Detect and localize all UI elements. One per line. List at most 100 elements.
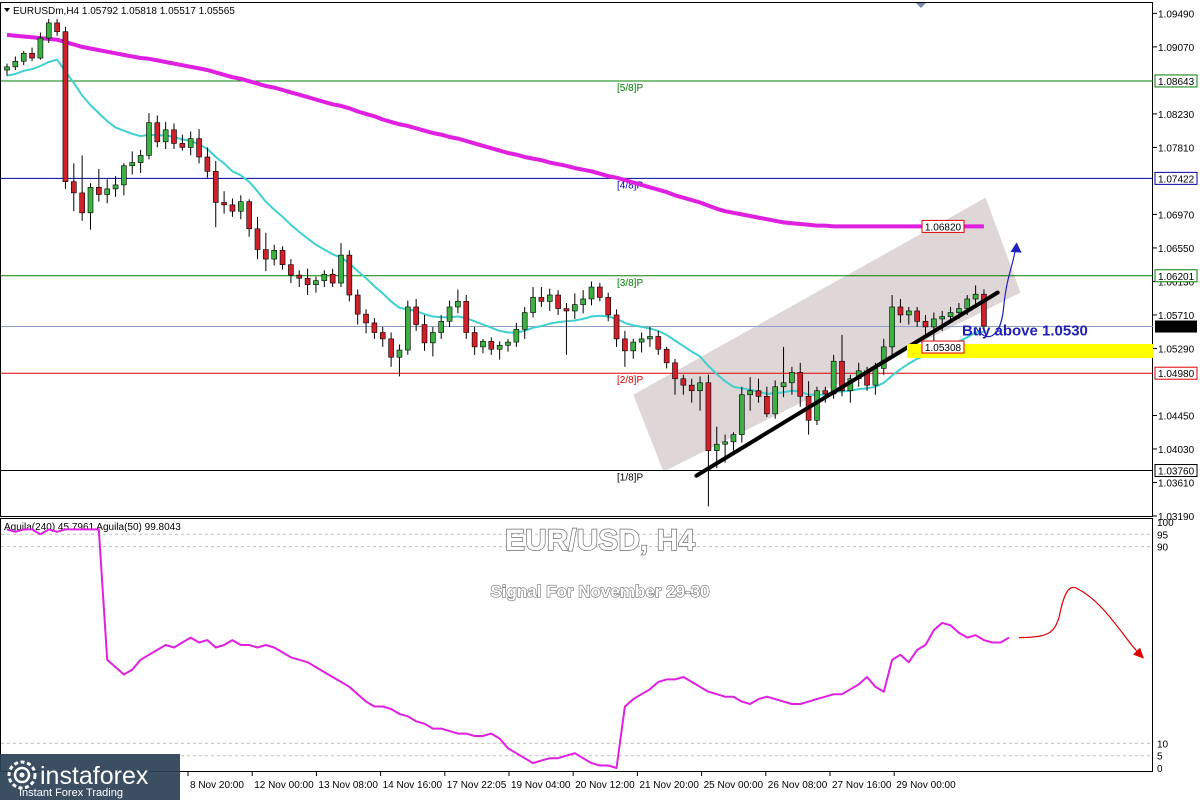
murrey-level-label: [2/8]P: [617, 375, 643, 386]
date-tick-label: 29 Nov 00:00: [896, 780, 956, 791]
price-tick-label: 1.06970: [1158, 210, 1195, 221]
date-tick-label: 14 Nov 16:00: [383, 780, 443, 791]
candle-body: [363, 313, 369, 324]
candle-body: [396, 349, 403, 358]
candle-body: [129, 162, 136, 167]
candle-body: [45, 22, 52, 39]
candle-body: [605, 297, 612, 316]
candle-body: [455, 301, 461, 308]
candle-body: [96, 186, 102, 195]
candle-body: [346, 254, 353, 296]
candle-body: [580, 298, 586, 305]
indicator-tick-label: 5: [1157, 752, 1163, 763]
candle-body: [931, 318, 937, 328]
level-price-tag-label: 1.08643: [1158, 77, 1195, 88]
price-tick-label: 1.09490: [1158, 9, 1195, 20]
candle: [738, 386, 745, 443]
candle-body: [221, 202, 227, 206]
price-tick-label: 1.09070: [1158, 43, 1195, 54]
candle-body: [438, 321, 445, 333]
candle-body: [546, 294, 553, 302]
candle-body: [563, 308, 570, 312]
chart-window: [5/8]P[4/8]P[3/8]P[2/8]P[1/8]P Buy above…: [0, 2, 1198, 800]
date-tick-label: 8 Nov 20:00: [190, 780, 244, 791]
candle-body: [313, 280, 319, 285]
price-tick-label: 1.05290: [1158, 344, 1195, 355]
candle-body: [404, 306, 411, 351]
overlay-subtitle: Signal For November 29-30: [490, 582, 709, 601]
candle-body: [421, 324, 428, 344]
candle-body: [680, 378, 687, 386]
date-tick-label: 21 Nov 20:00: [639, 780, 699, 791]
level-price-tag-label: 1.07422: [1158, 174, 1195, 185]
date-tick-label: 20 Nov 12:00: [575, 780, 635, 791]
chart-header: EURUSDm,H4 1.05792 1.05818 1.05517 1.055…: [13, 6, 235, 17]
candle: [404, 300, 411, 355]
candle-body: [505, 341, 511, 346]
candle-body: [121, 165, 127, 186]
candle-body: [29, 52, 35, 59]
candle-body: [254, 228, 261, 250]
candle-body: [822, 390, 829, 395]
candle-body: [872, 368, 879, 386]
candle-body: [204, 156, 211, 172]
candle-body: [488, 340, 495, 350]
candle-body: [597, 286, 603, 298]
candle-body: [613, 314, 620, 340]
level-price-tag-label: 1.03760: [1158, 467, 1195, 478]
candle-body: [780, 382, 787, 388]
price-tick-label: 1.04030: [1158, 445, 1195, 456]
candle-body: [688, 384, 695, 392]
indicator-tick-label: 100: [1157, 518, 1174, 529]
murrey-level-label: [5/8]P: [617, 83, 643, 94]
candle-body: [730, 434, 737, 443]
instaforex-logo: instaforex Instant Forex Trading: [0, 754, 180, 800]
candle-body: [196, 138, 202, 158]
candle-body: [797, 372, 804, 397]
price-tick-label: 1.06550: [1158, 244, 1195, 255]
candle-body: [622, 338, 628, 352]
candle-body: [722, 441, 728, 445]
price-tick-label: 1.04450: [1158, 411, 1195, 422]
date-tick-label: 26 Nov 08:00: [768, 780, 828, 791]
candle-body: [338, 254, 344, 284]
candle-body: [37, 37, 44, 59]
candle-body: [137, 155, 144, 163]
candle-body: [388, 338, 394, 358]
candle-body: [146, 122, 152, 156]
candle-body: [179, 143, 186, 148]
candle-body: [697, 382, 703, 392]
candle-body: [321, 273, 328, 281]
candle-body: [947, 312, 954, 317]
candle-body: [187, 138, 194, 148]
candle-body: [112, 184, 119, 190]
current-price-tag-label: 1.05565: [1158, 323, 1195, 334]
candle-body: [672, 362, 678, 380]
candle-body: [263, 249, 269, 260]
indicator-tick-label: 10: [1157, 739, 1169, 750]
candle-body: [521, 312, 528, 330]
candle-body: [647, 336, 653, 340]
date-tick-label: 13 Nov 08:00: [318, 780, 378, 791]
date-tick-label: 17 Nov 22:05: [447, 780, 507, 791]
candle-body: [905, 310, 912, 316]
candle-body: [296, 274, 303, 279]
candle-body: [87, 186, 94, 214]
candle: [62, 26, 69, 189]
candle-body: [54, 22, 60, 33]
murrey-level-label: [1/8]P: [617, 473, 643, 484]
candle-body: [379, 332, 386, 340]
level-price-tag-label: 1.04980: [1158, 369, 1195, 380]
candle-body: [964, 298, 971, 309]
candle-body: [764, 396, 770, 415]
candle-body: [212, 171, 219, 203]
date-tick-label: 19 Nov 04:00: [511, 780, 571, 791]
logo-tagline: Instant Forex Trading: [19, 787, 123, 799]
candle-body: [154, 122, 161, 143]
logo-name: instaforex: [40, 762, 149, 790]
candle-body: [304, 277, 311, 285]
date-tick-label: 25 Nov 00:00: [704, 780, 764, 791]
indicator-header: Aguila(240) 45.7961 Aguila(50) 99.8043: [4, 522, 181, 533]
candle-body: [588, 286, 595, 300]
candle-body: [171, 129, 177, 144]
